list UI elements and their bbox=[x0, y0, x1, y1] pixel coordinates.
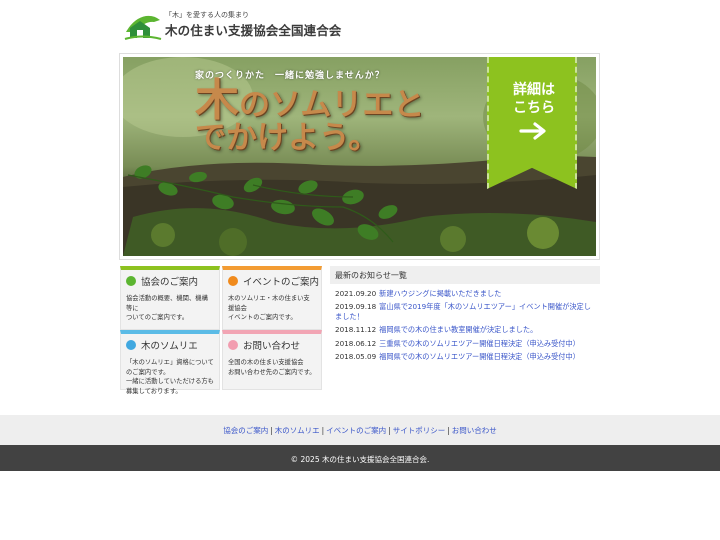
news-item: 2021.09.20 新建ハウジングに掲載いただきました bbox=[335, 289, 597, 299]
news-list: 2021.09.20 新建ハウジングに掲載いただきました 2019.09.18 富山… bbox=[335, 289, 597, 365]
news-date: 2018.05.09 bbox=[335, 351, 377, 361]
logo-tagline: 「木」を愛する人の集まり bbox=[165, 11, 249, 19]
hero-title-line1: 木のソムリエと bbox=[195, 79, 424, 123]
copyright: © 2025 木の住まい支援協会全国連合会. bbox=[0, 445, 720, 471]
news-date: 2019.09.18 bbox=[335, 302, 377, 312]
box-events[interactable]: イベントのご案内 木のソムリエ・木の住まい支援協会 イベントのご案内です。 bbox=[222, 266, 322, 330]
page: 「木」を愛する人の集まり 木の住まい支援協会全国連合会 家のつくりかた 一緒に勉… bbox=[0, 0, 720, 540]
hero-title-line2: でかけよう。 bbox=[195, 120, 380, 156]
box-title-label: 協会のご案内 bbox=[141, 277, 199, 288]
footer-link-events[interactable]: イベントのご案内 bbox=[326, 426, 386, 435]
footer-separator: | bbox=[321, 426, 325, 435]
box-description: 木のソムリエ・木の住まい支援協会 イベントのご案内です。 bbox=[228, 295, 310, 321]
news-link[interactable]: 福岡県での木のソムリエツアー開催日程決定（申込み受付中） bbox=[379, 352, 580, 361]
hero-title-big: 木 bbox=[195, 75, 239, 126]
hero-title-rest: のソムリエと bbox=[239, 87, 425, 123]
news-date: 2018.11.12 bbox=[335, 325, 377, 335]
box-description: 全国の木の住まい支援協会 お問い合わせ先のご案内です。 bbox=[228, 359, 316, 376]
footer-link-contact[interactable]: お問い合わせ bbox=[452, 426, 497, 435]
orange-dot-icon bbox=[228, 276, 238, 286]
box-title-label: 木のソムリエ bbox=[141, 341, 198, 352]
news-link[interactable]: 新建ハウジングに掲載いただきました bbox=[379, 289, 501, 298]
footer-link-site-policy[interactable]: サイトポリシー bbox=[393, 426, 446, 435]
news-item: 2018.06.12 三重県での木のソムリエツアー開催日程決定（申込み受付中） bbox=[335, 339, 597, 349]
footer-separator: | bbox=[447, 426, 450, 435]
news-date: 2018.06.12 bbox=[335, 338, 377, 348]
green-dot-icon bbox=[126, 276, 136, 286]
hero-banner[interactable]: 家のつくりかた 一緒に勉強しませんか？ 木のソムリエと でかけよう。 詳細は こ… bbox=[119, 53, 600, 260]
box-contact[interactable]: お問い合わせ 全国の木の住まい支援協会 お問い合わせ先のご案内です。 bbox=[222, 330, 322, 390]
logo-title: 木の住まい支援協会全国連合会 bbox=[165, 23, 342, 38]
news-link[interactable]: 三重県での木のソムリエツアー開催日程決定（申込み受付中） bbox=[379, 339, 580, 348]
blue-dot-icon bbox=[126, 340, 136, 350]
news-link[interactable]: 福岡県での木の住まい教室開催が決定しました。 bbox=[379, 325, 537, 334]
footer-separator: | bbox=[388, 426, 391, 435]
footer-nav: 協会のご案内 | 木のソムリエ | イベントのご案内 | サイトポリシー | お問い合わせ bbox=[0, 415, 720, 445]
news-date: 2021.09.20 bbox=[335, 289, 377, 298]
box-title: 協会のご案内 bbox=[121, 270, 219, 292]
news-item: 2019.09.18 富山県で2019年度「木のソムリエツアー」イベント開催が決定… bbox=[335, 302, 597, 322]
box-title: 木のソムリエ bbox=[121, 334, 219, 356]
box-description: 協会活動の概要、機関、機構等に ついてのご案内です。 bbox=[126, 295, 208, 321]
footer-separator: | bbox=[270, 426, 273, 435]
box-title-label: イベントのご案内 bbox=[243, 277, 320, 288]
hero-image: 家のつくりかた 一緒に勉強しませんか？ 木のソムリエと でかけよう。 詳細は こ… bbox=[123, 57, 596, 256]
arrow-right-icon bbox=[519, 122, 546, 140]
pink-dot-icon bbox=[228, 340, 238, 350]
box-title-label: お問い合わせ bbox=[243, 341, 301, 352]
box-title: イベントのご案内 bbox=[223, 270, 321, 292]
news-item: 2018.11.12 福岡県での木の住まい教室開催が決定しました。 bbox=[335, 325, 597, 335]
footer-link-sommelier[interactable]: 木のソムリエ bbox=[275, 426, 320, 435]
ribbon-label: 詳細は こちら bbox=[513, 82, 555, 116]
house-leaf-logo-icon bbox=[124, 15, 162, 40]
box-sommelier[interactable]: 木のソムリエ 「木のソムリエ」資格について のご案内です。 一緒に活動していただ… bbox=[120, 330, 220, 395]
box-title: お問い合わせ bbox=[223, 334, 321, 356]
box-association[interactable]: 協会のご案内 協会活動の概要、機関、機構等に ついてのご案内です。 bbox=[120, 266, 220, 330]
site-logo[interactable]: 「木」を愛する人の集まり 木の住まい支援協会全国連合会 bbox=[124, 10, 364, 40]
news-item: 2018.05.09 福岡県での木のソムリエツアー開催日程決定（申込み受付中） bbox=[335, 352, 597, 362]
footer-link-association[interactable]: 協会のご案内 bbox=[223, 426, 268, 435]
news-heading: 最新のお知らせ一覧 bbox=[330, 266, 600, 284]
box-description: 「木のソムリエ」資格について のご案内です。 一緒に活動していただける方も 募集… bbox=[126, 359, 214, 395]
